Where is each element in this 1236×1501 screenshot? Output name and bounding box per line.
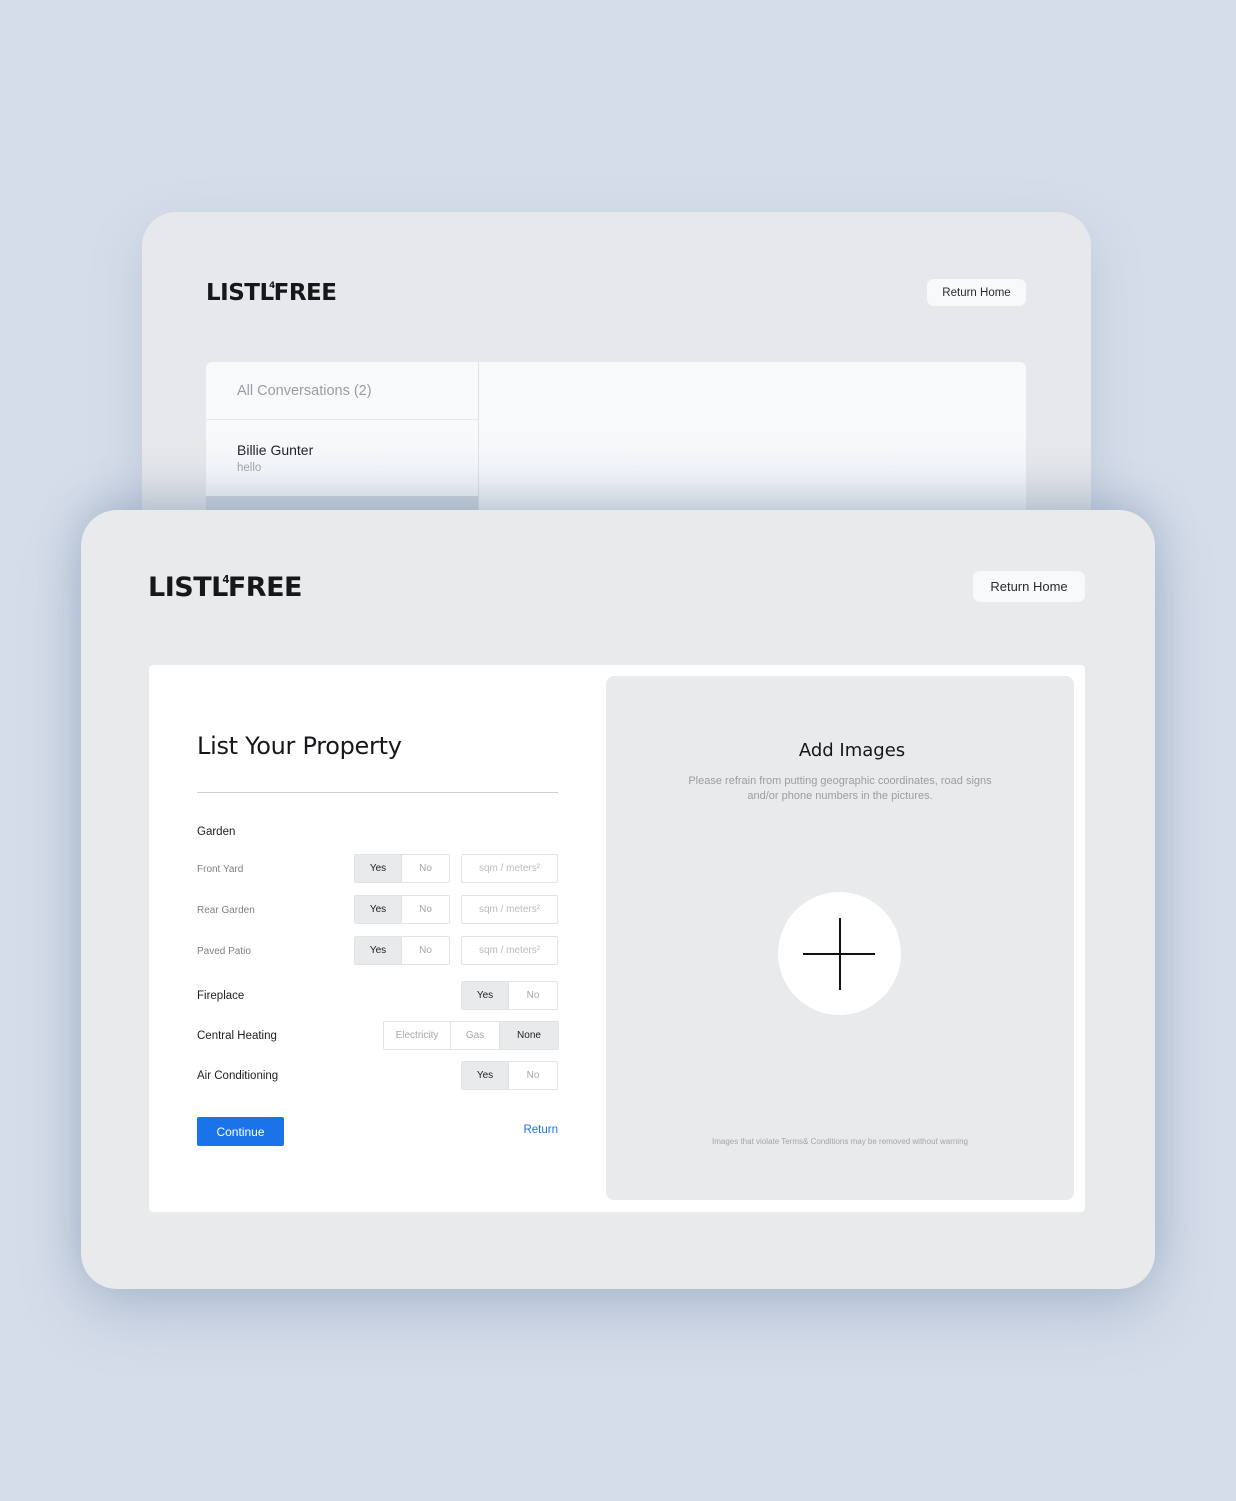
logo-text-left: LIST [206,280,260,306]
fireplace-no-option[interactable]: No [509,982,557,1009]
conversation-list-header: All Conversations (2) [206,362,478,420]
rear-garden-toggle: Yes No [354,895,450,924]
air-conditioning-label: Air Conditioning [197,1070,279,1082]
logo-text-right: FREE [227,572,303,603]
rear-garden-no-option[interactable]: No [402,896,449,923]
central-heating-gas-option[interactable]: Gas [451,1022,500,1049]
fireplace-label: Fireplace [197,990,245,1002]
air-conditioning-toggle: Yes No [461,1061,558,1090]
add-images-dropzone[interactable]: Add Images Please refrain from putting g… [606,676,1074,1200]
property-form: List Your Property Garden Front Yard Yes… [197,665,559,1212]
return-home-button[interactable]: Return Home [927,279,1026,306]
front-yard-label: Front Yard [197,864,244,875]
add-images-title: Add Images [798,740,906,761]
paved-patio-toggle: Yes No [354,936,450,965]
rear-garden-yes-option[interactable]: Yes [355,896,402,923]
logo-mark-icon: L4 [259,280,275,306]
front-yard-area-input[interactable]: sqm / meters² [461,854,558,883]
paved-patio-label: Paved Patio [197,946,251,957]
logo-mark-icon: L4 [211,572,230,603]
conversation-name: Billie Gunter [237,442,314,458]
rear-garden-label: Rear Garden [197,905,255,916]
add-images-note: Please refrain from putting geographic c… [688,775,992,802]
paved-patio-yes-option[interactable]: Yes [355,937,402,964]
central-heating-electricity-option[interactable]: Electricity [384,1022,451,1049]
listing-form-panel: List Your Property Garden Front Yard Yes… [149,665,1085,1212]
images-terms-footer: Images that violate Terms& Conditions ma… [712,1137,968,1146]
title-divider [197,792,558,793]
fireplace-toggle: Yes No [461,981,558,1010]
return-home-button[interactable]: Return Home [973,571,1085,602]
page-title: List Your Property [197,732,402,760]
central-heating-toggle: Electricity Gas None [383,1021,559,1050]
listing-window: LIST L4 FREE Return Home List Your Prope… [81,510,1155,1289]
fireplace-yes-option[interactable]: Yes [462,982,509,1009]
paved-patio-area-input[interactable]: sqm / meters² [461,936,558,965]
conversation-item[interactable]: Billie Gunter hello [206,420,478,496]
return-link[interactable]: Return [523,1124,558,1136]
front-yard-toggle: Yes No [354,854,450,883]
front-yard-no-option[interactable]: No [402,855,449,882]
logo-text-right: FREE [273,280,337,306]
central-heating-none-option[interactable]: None [500,1022,558,1049]
air-conditioning-yes-option[interactable]: Yes [462,1062,509,1089]
garden-section-label: Garden [197,826,236,838]
central-heating-label: Central Heating [197,1030,277,1042]
listfree-logo[interactable]: LIST L4 FREE [148,572,302,603]
logo-text-left: LIST [148,572,212,603]
continue-button[interactable]: Continue [197,1117,284,1146]
listfree-logo[interactable]: LIST L4 FREE [206,280,337,306]
rear-garden-area-input[interactable]: sqm / meters² [461,895,558,924]
conversation-preview: hello [237,462,262,474]
front-yard-yes-option[interactable]: Yes [355,855,402,882]
air-conditioning-no-option[interactable]: No [509,1062,557,1089]
add-image-button[interactable] [778,892,901,1015]
paved-patio-no-option[interactable]: No [402,937,449,964]
